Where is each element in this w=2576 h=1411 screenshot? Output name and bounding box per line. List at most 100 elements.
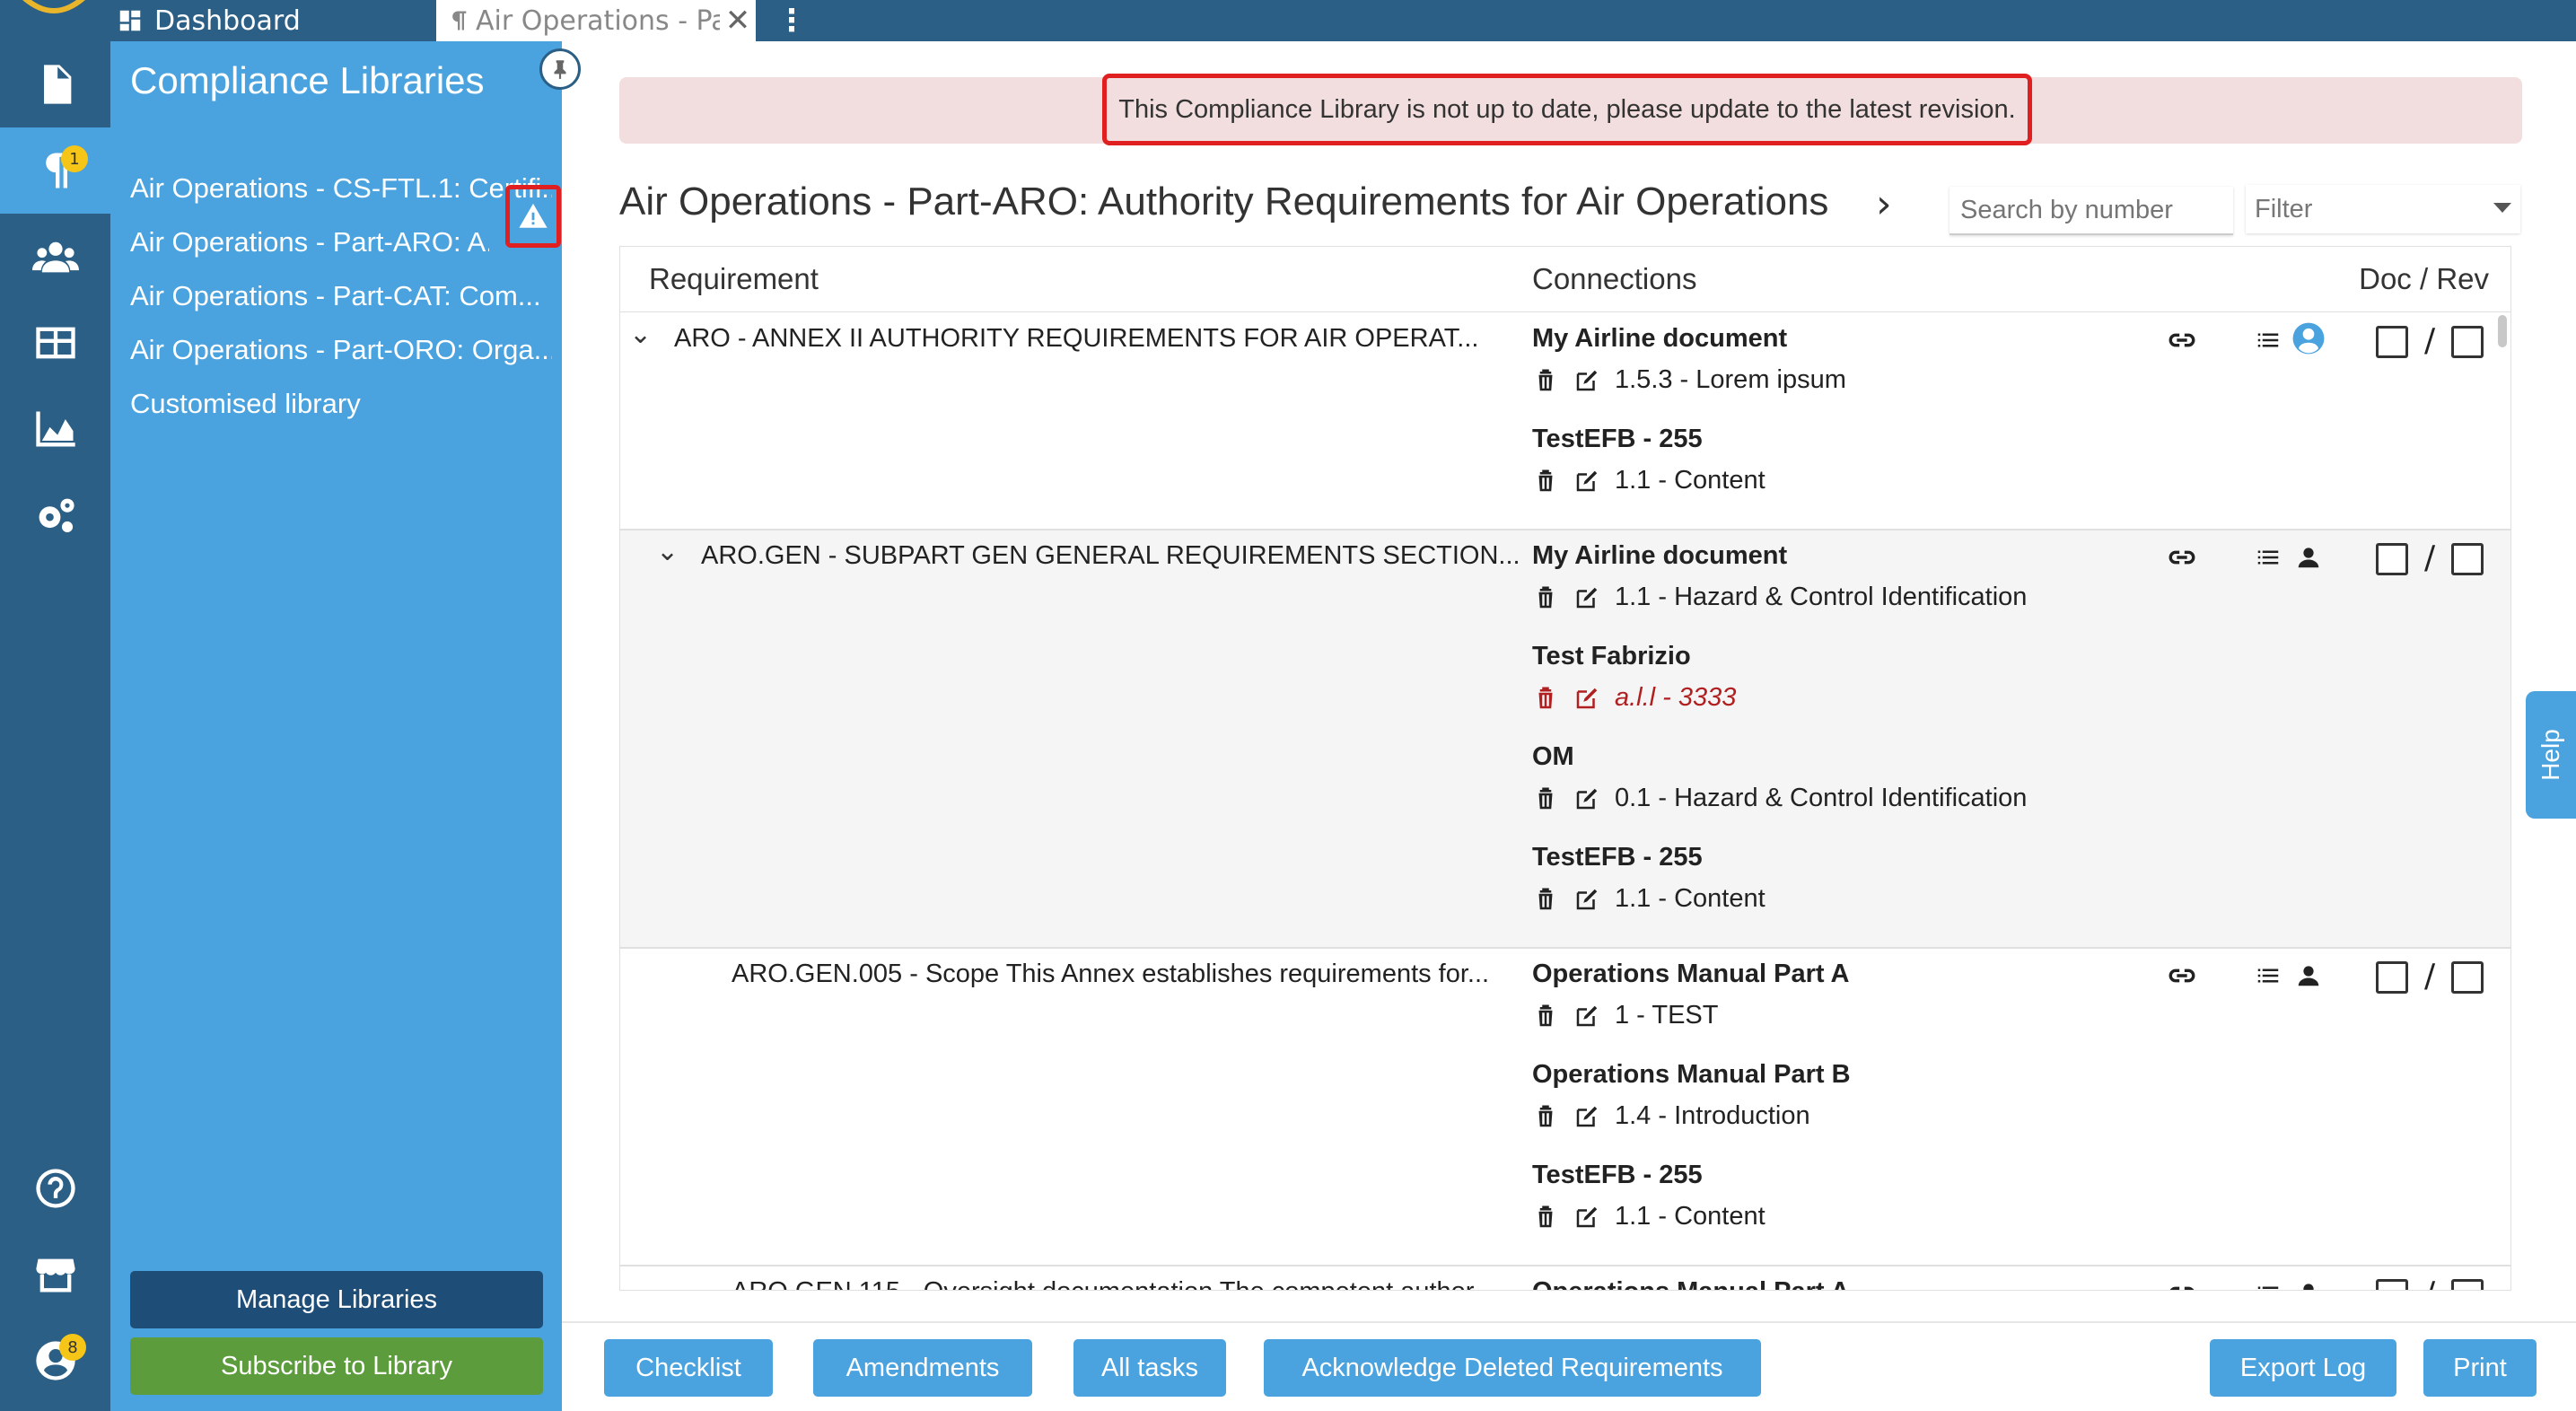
requirement-text: ARO.GEN.005 - Scope This Annex establish… [732,960,1490,988]
edit-icon[interactable] [1573,367,1600,394]
document-icon [43,65,71,104]
acknowledge-deleted-button[interactable]: Acknowledge Deleted Requirements [1264,1339,1761,1397]
connection-doc: TestEFB - 255 [1532,1161,1703,1189]
connection-ref[interactable]: 1.1 - Content [1532,1202,1766,1231]
rail-settings[interactable] [0,472,110,558]
table-row[interactable]: ⌄ ARO.GEN - SUBPART GEN GENERAL REQUIREM… [620,530,2510,949]
connection-ref[interactable]: 1.1 - Hazard & Control Identification [1532,583,2027,612]
person-icon[interactable] [2291,1275,2326,1290]
link-icon[interactable] [2164,958,2200,994]
doc-checkbox[interactable] [2376,1279,2408,1290]
edit-icon[interactable] [1573,584,1600,611]
rail-store[interactable] [0,1231,110,1318]
footer-divider [562,1321,2576,1323]
trash-icon[interactable] [1532,367,1559,394]
doc-rev-separator: / [2424,958,2436,995]
filter-select[interactable]: Filter [2246,185,2520,233]
edit-icon[interactable] [1573,1103,1600,1130]
assignee-avatar-icon[interactable] [2291,320,2326,356]
pin-icon[interactable] [539,48,581,90]
table-row[interactable]: ARO.GEN.005 - Scope This Annex establish… [620,949,2510,1266]
tab-dashboard[interactable]: Dashboard [117,0,431,41]
rail-help[interactable] [0,1145,110,1231]
rail-tables[interactable] [0,300,110,386]
chevron-right-icon[interactable]: › [1876,181,1892,227]
tab-air-operations[interactable]: Air Operations - Pa... ✕ [436,0,756,41]
connection-ref[interactable]: 0.1 - Hazard & Control Identification [1532,784,2027,813]
edit-icon[interactable] [1573,468,1600,495]
help-circle-icon [35,1169,75,1208]
list-icon[interactable] [2250,958,2286,994]
doc-checkbox[interactable] [2376,543,2408,575]
doc-checkbox[interactable] [2376,961,2408,994]
user-badge: 8 [59,1334,86,1361]
trash-icon[interactable] [1532,468,1559,495]
amendments-button[interactable]: Amendments [813,1339,1032,1397]
requirement-text: ARO.GEN - SUBPART GEN GENERAL REQUIREMEN… [701,541,1520,570]
connection-ref[interactable]: 1.1 - Content [1532,884,1766,914]
library-item[interactable]: Air Operations - CS-FTL.1: Certifi... [130,163,552,214]
rev-checkbox[interactable] [2451,1279,2484,1290]
connection-ref[interactable]: 1 - TEST [1532,1001,1719,1030]
library-item[interactable]: Air Operations - Part-CAT: Com... [130,271,552,321]
help-tab[interactable]: Help [2526,691,2576,819]
trash-icon[interactable] [1532,584,1559,611]
rev-checkbox[interactable] [2451,326,2484,358]
doc-rev-separator: / [2424,1275,2435,1290]
warning-icon[interactable] [505,185,561,248]
table-row[interactable]: ARO.GEN.115 - Oversight documentation Th… [620,1266,2510,1290]
doc-rev-separator: / [2424,539,2436,576]
connection-ref-broken[interactable]: a.l.l - 3333 [1532,683,1736,713]
trash-icon[interactable] [1532,785,1559,812]
link-icon[interactable] [2164,1275,2200,1290]
connection-ref[interactable]: 1.4 - Introduction [1532,1101,1810,1131]
chevron-down-icon[interactable]: ⌄ [656,536,679,567]
all-tasks-button[interactable]: All tasks [1073,1339,1226,1397]
list-icon[interactable] [2250,1275,2286,1290]
trash-icon[interactable] [1532,886,1559,913]
print-button[interactable]: Print [2423,1339,2537,1397]
library-panel: Compliance Libraries Air Operations - CS… [110,41,581,1411]
library-item[interactable]: Air Operations - Part-ORO: Orga... [130,325,552,375]
rail-documents[interactable] [0,41,110,127]
link-icon[interactable] [2164,322,2200,358]
link-icon[interactable] [2164,539,2200,575]
rail-compliance[interactable]: 1 [0,127,110,214]
connection-ref[interactable]: 1.1 - Content [1532,466,1766,495]
list-icon[interactable] [2250,322,2286,358]
rev-checkbox[interactable] [2451,961,2484,994]
checklist-button[interactable]: Checklist [604,1339,773,1397]
manage-libraries-button[interactable]: Manage Libraries [130,1271,543,1328]
more-vertical-icon[interactable]: ⋮ [774,0,810,41]
connection-doc: TestEFB - 255 [1532,843,1703,872]
rail-users[interactable] [0,214,110,300]
subscribe-library-button[interactable]: Subscribe to Library [130,1337,543,1395]
trash-icon[interactable] [1532,685,1559,712]
trash-icon[interactable] [1532,1103,1559,1130]
close-icon[interactable]: ✕ [720,3,756,39]
edit-icon[interactable] [1573,785,1600,812]
doc-checkbox[interactable] [2376,326,2408,358]
connection-ref-text: 1.5.3 - Lorem ipsum [1615,365,1846,394]
export-log-button[interactable]: Export Log [2210,1339,2396,1397]
rail-analytics[interactable] [0,386,110,472]
search-input[interactable] [1950,187,2233,235]
library-item-active[interactable]: Air Operations - Part-ARO: A... [130,217,489,267]
list-icon[interactable] [2250,539,2286,575]
connection-ref[interactable]: 1.5.3 - Lorem ipsum [1532,365,1846,395]
trash-icon[interactable] [1532,1003,1559,1030]
rail-account[interactable]: 8 [0,1318,110,1404]
tab-dashboard-label: Dashboard [154,4,301,37]
person-icon[interactable] [2291,539,2326,575]
rev-checkbox[interactable] [2451,543,2484,575]
requirements-table: Requirement Connections Doc / Rev ⌄ ARO … [619,246,2511,1291]
edit-icon[interactable] [1573,1204,1600,1231]
edit-icon[interactable] [1573,1003,1600,1030]
chevron-down-icon[interactable]: ⌄ [629,319,652,350]
table-row[interactable]: ⌄ ARO - ANNEX II AUTHORITY REQUIREMENTS … [620,313,2510,530]
person-icon[interactable] [2291,958,2326,994]
library-item[interactable]: Customised library [130,379,552,429]
trash-icon[interactable] [1532,1204,1559,1231]
edit-icon[interactable] [1573,685,1600,712]
edit-icon[interactable] [1573,886,1600,913]
